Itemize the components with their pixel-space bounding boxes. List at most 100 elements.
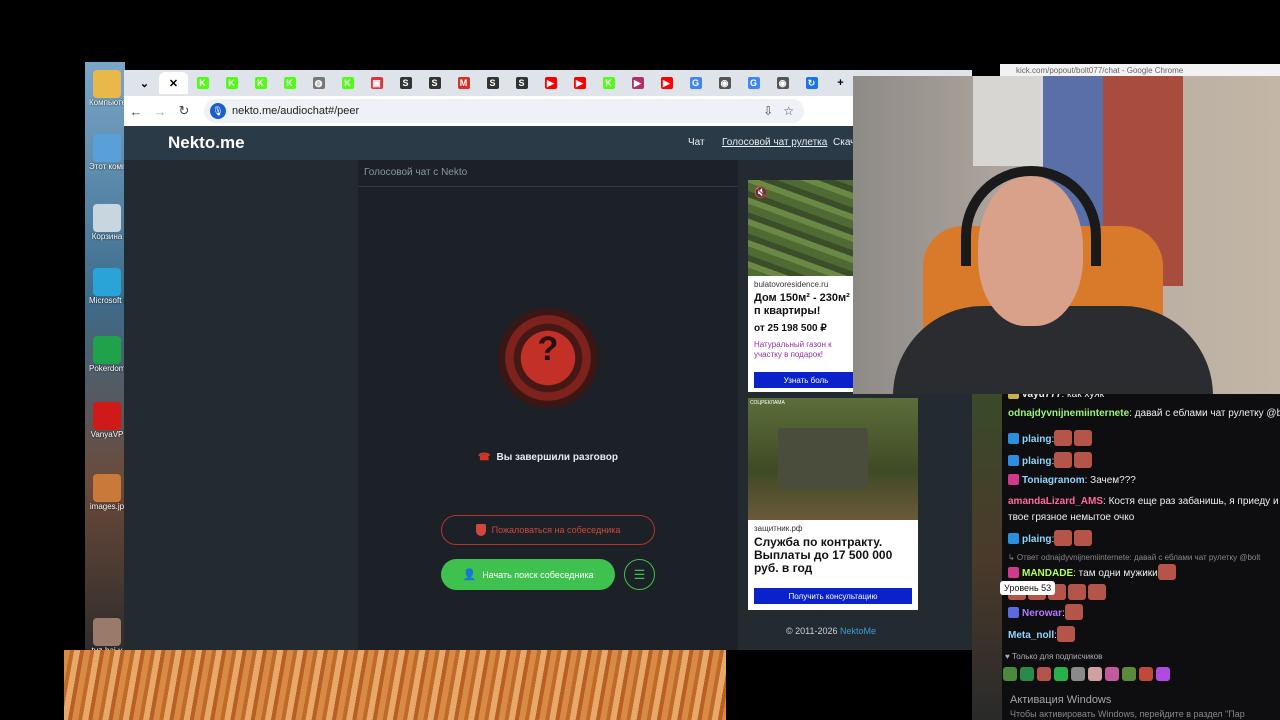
browser-tab[interactable]: S: [478, 72, 507, 94]
desktop-icon[interactable]: Microsoft Edge: [89, 268, 125, 305]
chat-username[interactable]: MANDADE: [1022, 568, 1073, 579]
copyright: © 2011-2026 NektoMe: [786, 626, 876, 636]
browser-tab[interactable]: K: [217, 72, 246, 94]
emote[interactable]: [1139, 667, 1153, 681]
chat-emote: [1074, 452, 1093, 468]
browser-tab[interactable]: ▶: [623, 72, 652, 94]
complain-button[interactable]: Пожаловаться на собеседника: [441, 515, 655, 545]
browser-tab[interactable]: M: [449, 72, 478, 94]
gmail-icon: M: [457, 77, 470, 89]
browser-tab[interactable]: K: [333, 72, 362, 94]
desktop-icon-label: Корзина: [91, 232, 123, 241]
browser-tab[interactable]: ▶: [536, 72, 565, 94]
emote[interactable]: [1037, 667, 1051, 681]
image-file-icon: [93, 618, 121, 646]
chat-emote: [1054, 452, 1073, 468]
settings-sliders-icon[interactable]: ☰: [624, 559, 655, 590]
user-badge-icon: [1008, 455, 1019, 466]
copyright-link[interactable]: NektoMe: [840, 626, 876, 636]
emote[interactable]: [1054, 667, 1068, 681]
browser-tab[interactable]: K: [246, 72, 275, 94]
browser-tab[interactable]: ◉: [768, 72, 797, 94]
desktop-icon[interactable]: Корзина: [89, 204, 125, 241]
chat-username[interactable]: odnajdyvnijnemiinternete: [1008, 408, 1129, 419]
chat-emote: [1054, 530, 1073, 546]
chat-username[interactable]: plaing: [1022, 456, 1051, 467]
nav-voice-roulette[interactable]: Голосовой чат рулетка: [722, 137, 827, 148]
browser-tab[interactable]: G: [681, 72, 710, 94]
voice-chat-panel: Голосовой чат с Nekto ? ☎ Вы завершили ра…: [358, 160, 738, 650]
desktop-icon[interactable]: Компьютер: [89, 70, 125, 107]
browser-tab[interactable]: S: [391, 72, 420, 94]
youtube-icon: ▶: [660, 77, 673, 89]
ad-banner-house[interactable]: 🔇 bulatovoresidence.ru Дом 150м² - 230м²…: [748, 180, 858, 392]
chat-username[interactable]: Nerowar: [1022, 608, 1062, 619]
site-logo[interactable]: Nekto.me: [168, 133, 245, 153]
tab-list-button[interactable]: ⌄: [130, 72, 159, 94]
chat-message: vayu777: как хуяк: [1008, 394, 1104, 400]
browser-tab[interactable]: ◉: [710, 72, 739, 94]
browser-tab[interactable]: K: [188, 72, 217, 94]
reload-icon[interactable]: ↻: [172, 103, 196, 119]
browser-tab[interactable]: ◍: [304, 72, 333, 94]
desktop-icon-label: VanyaVP: [90, 430, 124, 439]
back-icon[interactable]: ←: [124, 104, 148, 119]
chat-username[interactable]: plaing: [1022, 534, 1051, 545]
nekto-page: Nekto.me Чат Голосовой чат рулетка Скача…: [124, 126, 972, 650]
emote[interactable]: [1105, 667, 1119, 681]
browser-tab[interactable]: ▶: [565, 72, 594, 94]
chat-emote: [1056, 626, 1075, 642]
emote[interactable]: [1020, 667, 1034, 681]
browser-tab[interactable]: K: [275, 72, 304, 94]
forward-icon[interactable]: →: [148, 104, 172, 119]
browser-tab[interactable]: S: [420, 72, 449, 94]
play-icon: ▶: [631, 77, 644, 89]
desktop-icon[interactable]: Этот компьютер: [89, 134, 125, 171]
chat-username[interactable]: Meta_noll: [1008, 630, 1054, 641]
emote[interactable]: [1122, 667, 1136, 681]
emote[interactable]: [1071, 667, 1085, 681]
emote[interactable]: [1156, 667, 1170, 681]
youtube-icon: ▶: [573, 77, 586, 89]
start-search-button[interactable]: 👤 Начать поиск собеседника: [441, 559, 615, 590]
browser-tab[interactable]: ▶: [652, 72, 681, 94]
browser-tab[interactable]: ▣: [362, 72, 391, 94]
google-icon: G: [747, 77, 760, 89]
browser-tab[interactable]: G: [739, 72, 768, 94]
active-tab-close[interactable]: ✕: [159, 72, 188, 94]
kick-icon: K: [254, 77, 267, 89]
chat-username[interactable]: plaing: [1022, 434, 1051, 445]
desktop-icon[interactable]: images.jp: [89, 474, 125, 511]
person-search-icon: 👤: [462, 569, 477, 581]
new-tab-icon[interactable]: +: [826, 72, 855, 94]
ad-source[interactable]: защитник.рф: [754, 524, 918, 533]
desktop-icon[interactable]: VanyaVP: [89, 402, 125, 439]
kick-icon: K: [341, 77, 354, 89]
ad-source[interactable]: bulatovoresidence.ru: [754, 280, 858, 289]
divider: [358, 186, 738, 187]
omnibox[interactable]: 🎙 nekto.me/audiochat#/peer ⇩ ☆: [204, 99, 804, 123]
call-ended-text: Вы завершили разговор: [496, 452, 618, 463]
nav-chat[interactable]: Чат: [688, 137, 705, 148]
url-text[interactable]: nekto.me/audiochat#/peer: [232, 105, 359, 117]
ad-title[interactable]: Служба по контракту. Выплаты до 17 500 0…: [754, 536, 918, 575]
ad-banner-contract[interactable]: СОЦРЕКЛАМА защитник.рф Служба по контрак…: [748, 398, 918, 610]
chat-message: твое грязное немытое очко: [1008, 512, 1134, 523]
ad-title[interactable]: Дом 150м² - 230м² п квартиры!: [754, 292, 858, 318]
chat-username[interactable]: amandaLizard_AMS: [1008, 496, 1103, 507]
chat-emote: [1054, 430, 1073, 446]
browser-tab[interactable]: ↻: [797, 72, 826, 94]
ad-learn-more-button[interactable]: Узнать боль: [754, 372, 858, 388]
chat-username[interactable]: Toniagranom: [1022, 475, 1085, 486]
desktop-icon[interactable]: Pokerdom: [89, 336, 125, 373]
bookmark-star-icon[interactable]: ☆: [783, 104, 794, 118]
hangup-icon: ☎: [478, 452, 491, 463]
browser-tab[interactable]: S: [507, 72, 536, 94]
mute-icon[interactable]: 🔇: [754, 186, 768, 199]
ad-consult-button[interactable]: Получить консультацию: [754, 588, 912, 604]
chat-username[interactable]: vayu777: [1022, 394, 1061, 400]
emote[interactable]: [1003, 667, 1017, 681]
emote[interactable]: [1088, 667, 1102, 681]
install-icon[interactable]: ⇩: [763, 104, 773, 118]
browser-tab[interactable]: K: [594, 72, 623, 94]
